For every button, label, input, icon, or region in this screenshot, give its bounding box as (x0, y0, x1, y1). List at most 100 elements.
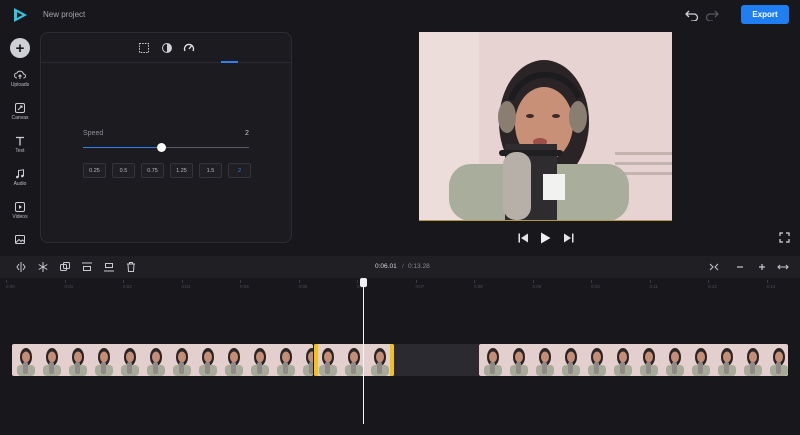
plus-icon: + (15, 39, 25, 57)
video-clip-2[interactable] (479, 344, 788, 376)
skip-forward-icon[interactable] (563, 232, 575, 244)
clip-frame-thumbnail (38, 344, 64, 376)
upload-cloud-icon (14, 70, 26, 79)
sidebar-item-label: Canvas (11, 115, 29, 121)
clip-frame-thumbnail (90, 344, 116, 376)
expand-timeline-button[interactable] (777, 261, 789, 273)
clip-frame-thumbnail (557, 344, 583, 376)
fit-timeline-button[interactable] (708, 261, 720, 273)
align-bottom-icon[interactable] (103, 261, 115, 273)
zoom-out-button[interactable] (734, 261, 746, 273)
current-time: 0:06.01 (375, 263, 397, 270)
clip-frame-thumbnail (739, 344, 765, 376)
clip-frame-thumbnail (272, 344, 298, 376)
delete-icon[interactable] (125, 261, 137, 273)
clip-frame-thumbnail (64, 344, 90, 376)
align-top-icon[interactable] (81, 261, 93, 273)
clip-frame-thumbnail (298, 344, 313, 376)
speed-preset-button[interactable]: 2 (228, 163, 251, 178)
speed-preset-button[interactable]: 1.25 (170, 163, 193, 178)
clip-frame-thumbnail (366, 344, 392, 376)
sidebar-item-videos[interactable]: Videos (0, 202, 40, 220)
speed-preset-button[interactable]: 0.25 (83, 163, 106, 178)
sidebar-item-label: Audio (13, 181, 27, 187)
clip-frame-thumbnail (194, 344, 220, 376)
clip-frame-thumbnail (505, 344, 531, 376)
speed-panel: Speed 2 0.25 0.5 0.75 1.25 1.5 2 (40, 32, 292, 243)
ruler-tick-label: 0:09 (532, 280, 542, 289)
clip-frame-thumbnail (479, 344, 505, 376)
duplicate-icon[interactable] (59, 261, 71, 273)
zoom-out-icon (737, 266, 743, 268)
panel-tabs (41, 33, 291, 63)
clip-thumbnails (479, 344, 788, 376)
split-icon[interactable] (15, 261, 27, 273)
expand-icon (777, 264, 789, 270)
freeze-icon[interactable] (37, 261, 49, 273)
timeline-gap (394, 344, 479, 376)
top-bar: New project Export (0, 0, 800, 30)
speed-preset-button[interactable]: 0.75 (141, 163, 164, 178)
sidebar-item-canvas[interactable]: Canvas (0, 103, 40, 121)
ruler-tick-label: 0:10 (591, 280, 600, 289)
ruler-tick-label: 0:03 (181, 280, 191, 289)
speed-slider-fill (83, 147, 162, 148)
playhead[interactable] (363, 284, 364, 424)
ruler-tick-label: 0:07 (415, 280, 425, 289)
timeline-ruler[interactable]: 0:000:010:020:030:040:050:060:070:080:09… (0, 278, 800, 298)
clip-frame-thumbnail (246, 344, 272, 376)
ruler-tick-label: 0:01 (64, 280, 74, 289)
active-tab-indicator (221, 61, 238, 63)
zoom-in-icon (759, 264, 765, 270)
video-preview[interactable] (419, 32, 672, 221)
clip-frame-thumbnail (583, 344, 609, 376)
export-button[interactable]: Export (741, 5, 789, 24)
sidebar-item-uploads[interactable]: Uploads (0, 70, 40, 88)
sidebar-item-audio[interactable]: Audio (0, 169, 40, 187)
speed-slider-thumb[interactable] (156, 143, 166, 152)
contrast-icon[interactable] (161, 42, 173, 54)
clip-trim-handle-left[interactable] (314, 344, 318, 376)
video-clip-1[interactable] (12, 344, 313, 376)
clip-frame-thumbnail (116, 344, 142, 376)
ruler-tick-label: 0:05 (298, 280, 308, 289)
play-icon[interactable] (539, 232, 551, 244)
fit-icon (709, 263, 719, 271)
speed-value: 2 (245, 130, 249, 137)
ruler-tick-label: 0:13 (766, 280, 776, 289)
sidebar-item-label: Text (15, 148, 25, 154)
ruler-tick-label: 0:00 (6, 280, 15, 289)
canvas-resize-icon (15, 103, 25, 113)
clip-frame-thumbnail (687, 344, 713, 376)
playhead-handle[interactable] (360, 278, 367, 287)
project-title[interactable]: New project (43, 10, 85, 19)
clip-frame-thumbnail (142, 344, 168, 376)
add-media-button[interactable]: + (10, 38, 30, 58)
sidebar-item-label: Videos (12, 214, 28, 220)
sidebar-item-label: Uploads (10, 82, 30, 88)
clip-frame-thumbnail (765, 344, 788, 376)
app-logo-icon[interactable] (12, 7, 28, 23)
clip-frame-thumbnail (635, 344, 661, 376)
speedometer-icon[interactable] (183, 42, 195, 54)
speed-slider[interactable] (83, 143, 249, 152)
crop-icon[interactable] (138, 42, 150, 54)
sidebar-item-text[interactable]: Text (0, 136, 40, 154)
sidebar-item-images[interactable] (0, 235, 40, 244)
skip-back-icon[interactable] (517, 232, 529, 244)
fullscreen-icon[interactable] (779, 232, 790, 243)
redo-icon[interactable] (705, 9, 719, 21)
undo-icon[interactable] (685, 9, 699, 21)
video-clip-selected[interactable] (314, 344, 394, 376)
preview-frame-image (419, 32, 672, 220)
speed-preset-button[interactable]: 1.5 (199, 163, 222, 178)
clip-frame-thumbnail (609, 344, 635, 376)
speed-preset-button[interactable]: 0.5 (112, 163, 135, 178)
clip-frame-thumbnail (661, 344, 687, 376)
ruler-tick-label: 0:12 (708, 280, 717, 289)
zoom-in-button[interactable] (756, 261, 768, 273)
ruler-tick-label: 0:04 (240, 280, 249, 289)
clip-frame-thumbnail (531, 344, 557, 376)
music-note-icon (16, 169, 24, 179)
image-icon (15, 235, 25, 244)
